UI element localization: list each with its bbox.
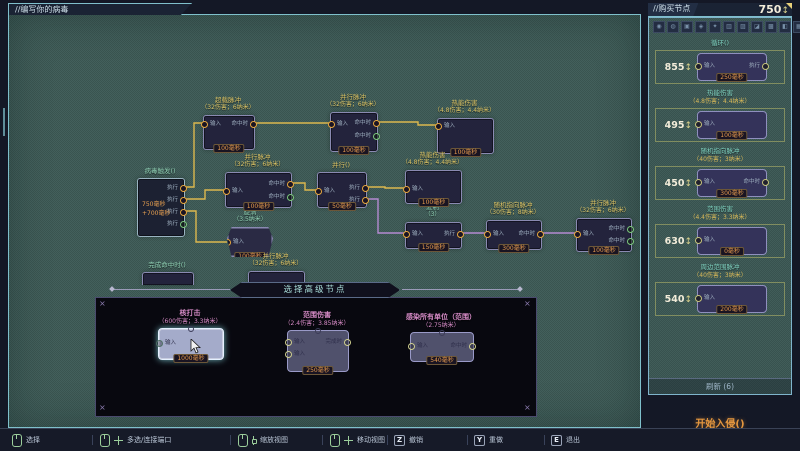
hint-label: 选择 xyxy=(26,435,40,445)
card-top-port xyxy=(439,330,445,336)
z-key-icon: Z xyxy=(394,435,405,446)
modal-wing xyxy=(402,289,520,290)
move-cross-icon xyxy=(114,436,123,445)
port-label: 输入 xyxy=(165,339,176,347)
mouse-icon xyxy=(100,434,110,447)
hint-E: E 退出 xyxy=(551,429,580,451)
输入-port[interactable] xyxy=(156,340,163,347)
modal-card-layer: 输入1000毫秒核打击（600伤害；3.3纳米）输入输入完成时250毫秒范围伤害… xyxy=(0,0,800,450)
输入-port[interactable] xyxy=(285,351,292,358)
命中时-port[interactable] xyxy=(469,343,476,350)
hint-divider xyxy=(544,435,545,445)
move-cross-icon xyxy=(344,436,353,445)
mouse-icon xyxy=(238,434,248,447)
e-key-icon: E xyxy=(551,435,562,446)
hint-label: 多选/连接端口 xyxy=(127,435,171,445)
control-hint-bar: 选择 多选/连接端口 缩放视图 移动视图 Z 撤销 Y 重做 E 退出 xyxy=(0,428,800,451)
hint-mouse: 选择 xyxy=(12,429,40,451)
modal-corner-mark: × xyxy=(99,404,106,412)
hint-label: 重做 xyxy=(489,435,503,445)
duration-tag: 250毫秒 xyxy=(302,366,333,375)
hint-divider xyxy=(230,435,231,445)
modal-corner-mark: × xyxy=(524,300,531,308)
输入-port[interactable] xyxy=(408,343,415,350)
card-top-port xyxy=(188,326,194,332)
port-label: 完成时 xyxy=(325,338,342,346)
hint-label: 缩放视图 xyxy=(260,435,288,445)
hint-mouse-cross: 移动视图 xyxy=(330,429,385,451)
port-label: 输入 xyxy=(294,338,305,346)
modal-corner-mark: × xyxy=(99,300,106,308)
hint-mouse-cross: 多选/连接端口 xyxy=(100,429,171,451)
app-root: { "window": { "title": "//编写你的病毒" }, "ca… xyxy=(0,0,800,450)
modal-corner-mark: × xyxy=(524,404,531,412)
hint-label: 退出 xyxy=(566,435,580,445)
card-title: 感染所有单位（范围）（2.75纳米） xyxy=(365,313,517,330)
hint-divider xyxy=(322,435,323,445)
hint-divider xyxy=(387,435,388,445)
hint-Z: Z 撤销 xyxy=(394,429,423,451)
hint-label: 撤销 xyxy=(409,435,423,445)
mouse-icon xyxy=(12,434,22,447)
输入-port[interactable] xyxy=(285,339,292,346)
scroll-wheel-icon xyxy=(252,436,256,445)
完成时-port[interactable] xyxy=(344,339,351,346)
y-key-icon: Y xyxy=(474,435,485,446)
hint-mouse-wheel: 缩放视图 xyxy=(238,429,288,451)
mouse-cursor xyxy=(190,339,202,358)
hint-label: 移动视图 xyxy=(357,435,385,445)
mouse-icon xyxy=(330,434,340,447)
hint-divider xyxy=(92,435,93,445)
port-label: 命中时 xyxy=(450,342,467,350)
hint-divider xyxy=(467,435,468,445)
port-label: 输入 xyxy=(294,350,305,358)
advanced-node-card[interactable]: 输入输入完成时250毫秒 xyxy=(287,330,349,372)
hint-Y: Y 重做 xyxy=(474,429,503,451)
port-label: 输入 xyxy=(417,342,428,350)
card-top-port xyxy=(315,328,321,334)
advanced-node-card[interactable]: 输入 命中时 540毫秒 xyxy=(410,332,474,362)
modal-wing xyxy=(112,289,230,290)
duration-tag: 540毫秒 xyxy=(426,356,457,365)
